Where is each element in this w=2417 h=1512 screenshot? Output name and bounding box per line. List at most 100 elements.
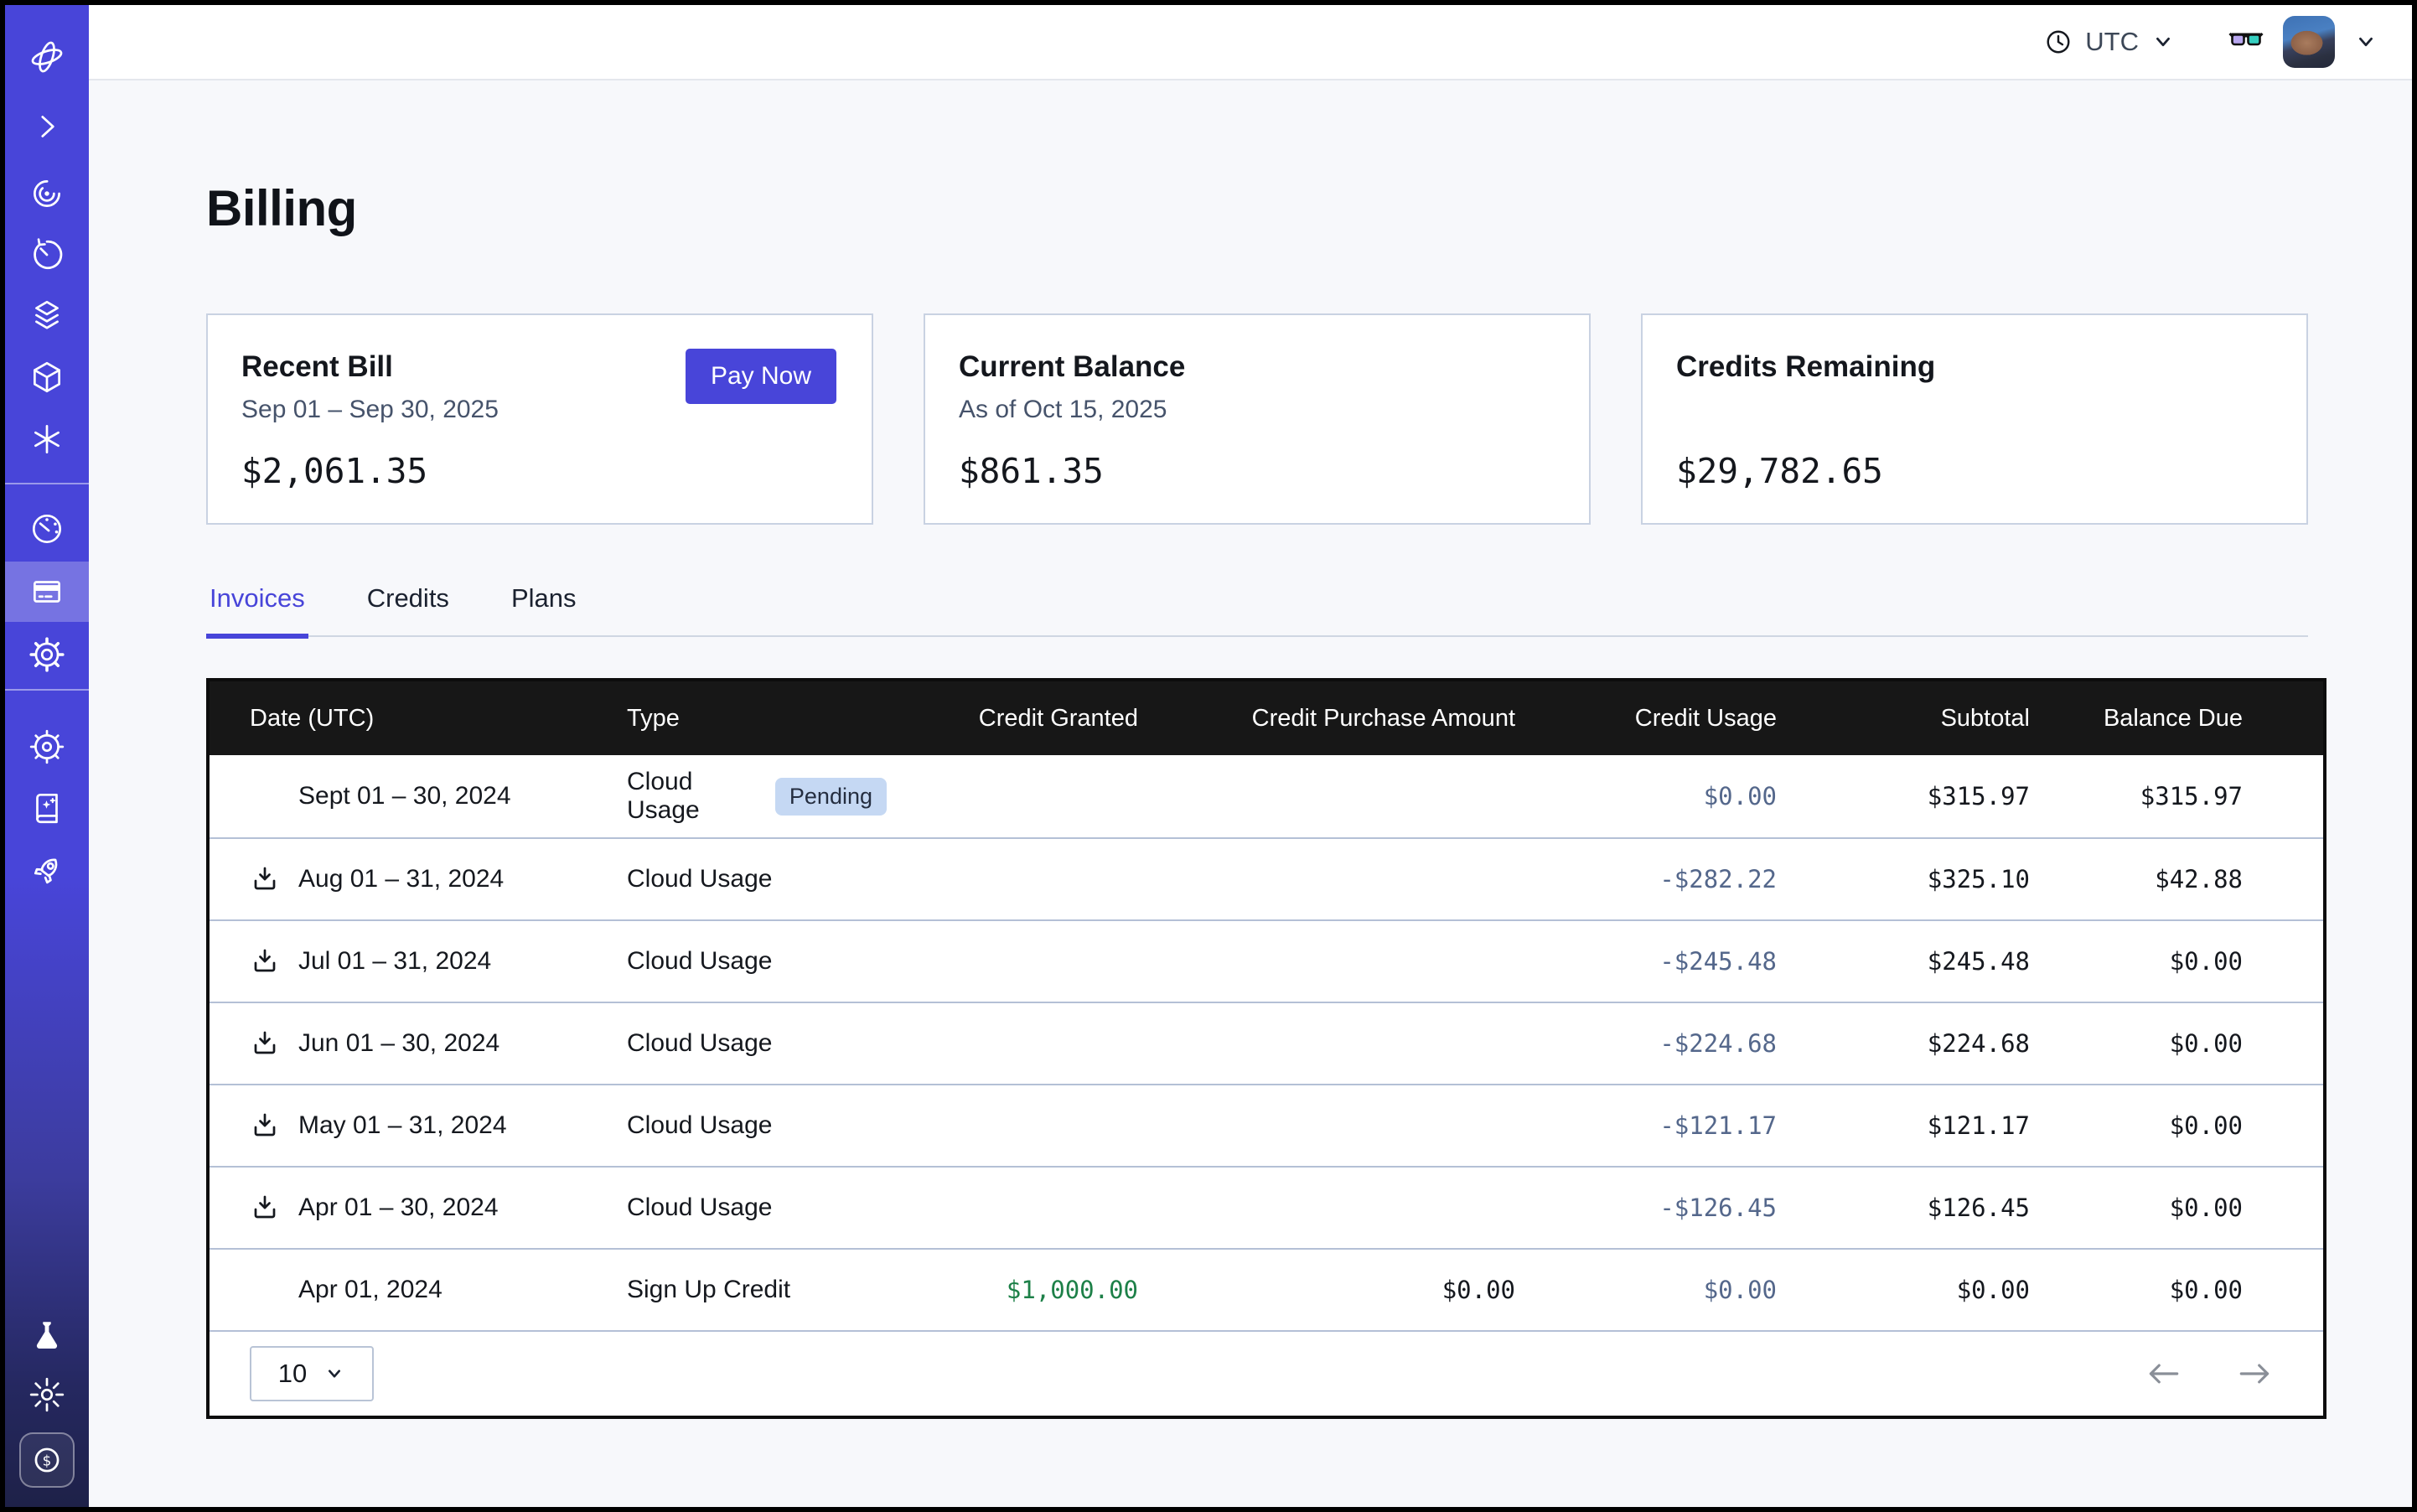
cell-balance-due: $42.88 <box>2030 865 2243 893</box>
invoice-date: Jun 01 – 30, 2024 <box>298 1029 499 1058</box>
cell-balance-due: $0.00 <box>2030 1276 2243 1304</box>
svg-text:$: $ <box>43 1452 52 1468</box>
status-badge: Pending <box>775 778 887 816</box>
cell-subtotal: $245.48 <box>1777 947 2030 976</box>
invoice-type: Cloud Usage <box>627 1194 772 1222</box>
invoice-type: Cloud Usage <box>627 1111 772 1140</box>
table-row: Jun 01 – 30, 2024 Cloud Usage -$224.68 $… <box>210 1002 2323 1084</box>
invoice-type: Cloud Usage <box>627 865 772 893</box>
cell-credit-usage: -$245.48 <box>1515 947 1777 976</box>
table-row: Apr 01, 2024 Sign Up Credit $1,000.00 $0… <box>210 1248 2323 1330</box>
history-icon[interactable] <box>5 225 89 285</box>
cell-credit-usage: -$121.17 <box>1515 1111 1777 1140</box>
download-invoice-button[interactable] <box>250 1111 298 1141</box>
asterisk-icon[interactable] <box>5 409 89 469</box>
column-header: Balance Due <box>2030 705 2243 733</box>
cell-credit-usage: $0.00 <box>1515 1276 1777 1304</box>
table-row: Sept 01 – 30, 2024 Cloud Usage Pending $… <box>210 755 2323 837</box>
tab-plans[interactable]: Plans <box>508 583 580 635</box>
invoice-date: May 01 – 31, 2024 <box>298 1111 507 1140</box>
spiral-icon[interactable] <box>5 163 89 224</box>
invoice-date: Aug 01 – 31, 2024 <box>298 865 504 893</box>
gauge-icon[interactable] <box>5 499 89 559</box>
cell-subtotal: $224.68 <box>1777 1029 2030 1058</box>
invoice-type: Cloud Usage <box>627 947 772 976</box>
column-header: Credit Usage <box>1515 705 1777 733</box>
cell-subtotal: $325.10 <box>1777 865 2030 893</box>
recent-bill-card: Recent Bill Sep 01 – Sep 30, 2025 $2,061… <box>206 313 873 525</box>
chevron-down-icon <box>323 1363 345 1385</box>
column-header: Type <box>627 705 887 733</box>
column-header: Subtotal <box>1777 705 2030 733</box>
cell-subtotal: $0.00 <box>1777 1276 2030 1304</box>
timezone-selector[interactable]: UTC <box>2043 27 2176 57</box>
billing-page: $ UTC Billing Recent Bill Sep 01 – Sep 3… <box>0 0 2417 1512</box>
card-title: Current Balance <box>959 350 1555 384</box>
download-invoice-button[interactable] <box>250 864 298 894</box>
cell-subtotal: $126.45 <box>1777 1194 2030 1222</box>
page-title: Billing <box>206 179 357 237</box>
tab-label: Plans <box>511 583 577 613</box>
table-row: May 01 – 31, 2024 Cloud Usage -$121.17 $… <box>210 1084 2323 1166</box>
invoice-date: Apr 01, 2024 <box>298 1276 443 1304</box>
brightness-sun-icon[interactable] <box>5 1364 89 1425</box>
download-invoice-button[interactable] <box>250 1193 298 1223</box>
tab-label: Credits <box>367 583 449 613</box>
topbar: UTC <box>89 5 2412 80</box>
sidebar-divider <box>5 483 89 484</box>
download-invoice-button[interactable] <box>250 946 298 976</box>
flask-icon[interactable] <box>5 1306 89 1366</box>
table-header-row: Date (UTC)TypeCredit GrantedCredit Purch… <box>210 681 2323 755</box>
page-size-value: 10 <box>278 1359 307 1389</box>
pagination: 10 <box>210 1330 2323 1416</box>
tab-invoices[interactable]: Invoices <box>206 583 308 635</box>
orbit-logo-icon[interactable] <box>5 27 89 87</box>
user-avatar[interactable] <box>2283 16 2335 68</box>
card-title: Credits Remaining <box>1676 350 2273 384</box>
tab-credits[interactable]: Credits <box>364 583 453 635</box>
timezone-label: UTC <box>2085 27 2139 57</box>
invoice-date: Sept 01 – 30, 2024 <box>298 782 511 810</box>
sidebar-divider <box>5 689 89 691</box>
rocket-icon[interactable] <box>5 840 89 900</box>
column-header: Credit Purchase Amount <box>1138 705 1515 733</box>
cell-credit-purchase: $0.00 <box>1138 1276 1515 1304</box>
cell-credit-granted: $1,000.00 <box>887 1276 1138 1304</box>
sidebar: $ <box>5 5 89 1507</box>
card-subtitle <box>1676 396 2273 427</box>
chevron-down-icon[interactable] <box>2353 29 2378 54</box>
chevron-right-icon[interactable] <box>5 96 89 157</box>
next-page-arrow-icon[interactable] <box>2236 1354 2275 1393</box>
tabs: Invoices Credits Plans <box>206 583 2308 637</box>
billing-card-icon[interactable] <box>5 562 89 622</box>
current-balance-card: Current Balance As of Oct 15, 2025 $861.… <box>924 313 1591 525</box>
settings-gear-icon[interactable] <box>5 624 89 685</box>
download-invoice-button[interactable] <box>250 1028 298 1059</box>
cell-balance-due: $315.97 <box>2030 782 2243 810</box>
dollar-badge-icon[interactable]: $ <box>5 1430 89 1490</box>
cube-icon[interactable] <box>5 347 89 407</box>
cell-balance-due: $0.00 <box>2030 947 2243 976</box>
invoices-table: Date (UTC)TypeCredit GrantedCredit Purch… <box>206 678 2326 1419</box>
chevron-down-icon <box>2150 29 2176 54</box>
docs-book-icon[interactable] <box>5 778 89 838</box>
cell-credit-usage: -$224.68 <box>1515 1029 1777 1058</box>
summary-cards: Recent Bill Sep 01 – Sep 30, 2025 $2,061… <box>206 313 2308 525</box>
card-amount: $29,782.65 <box>1676 451 2273 491</box>
prev-page-arrow-icon[interactable] <box>2144 1354 2182 1393</box>
invoice-date: Jul 01 – 31, 2024 <box>298 947 491 976</box>
pay-now-button[interactable]: Pay Now <box>686 349 836 404</box>
table-body: Sept 01 – 30, 2024 Cloud Usage Pending $… <box>210 755 2323 1330</box>
cell-subtotal: $121.17 <box>1777 1111 2030 1140</box>
page-size-select[interactable]: 10 <box>250 1346 374 1401</box>
column-header: Credit Granted <box>887 705 1138 733</box>
invoice-date: Apr 01 – 30, 2024 <box>298 1194 499 1222</box>
card-subtitle: As of Oct 15, 2025 <box>959 396 1555 427</box>
card-amount: $2,061.35 <box>241 451 838 491</box>
layers-icon[interactable] <box>5 285 89 345</box>
table-row: Jul 01 – 31, 2024 Cloud Usage -$245.48 $… <box>210 919 2323 1002</box>
helm-wheel-icon[interactable] <box>5 717 89 777</box>
cell-balance-due: $0.00 <box>2030 1111 2243 1140</box>
glasses-icon[interactable] <box>2228 22 2264 63</box>
table-row: Apr 01 – 30, 2024 Cloud Usage -$126.45 $… <box>210 1166 2323 1248</box>
